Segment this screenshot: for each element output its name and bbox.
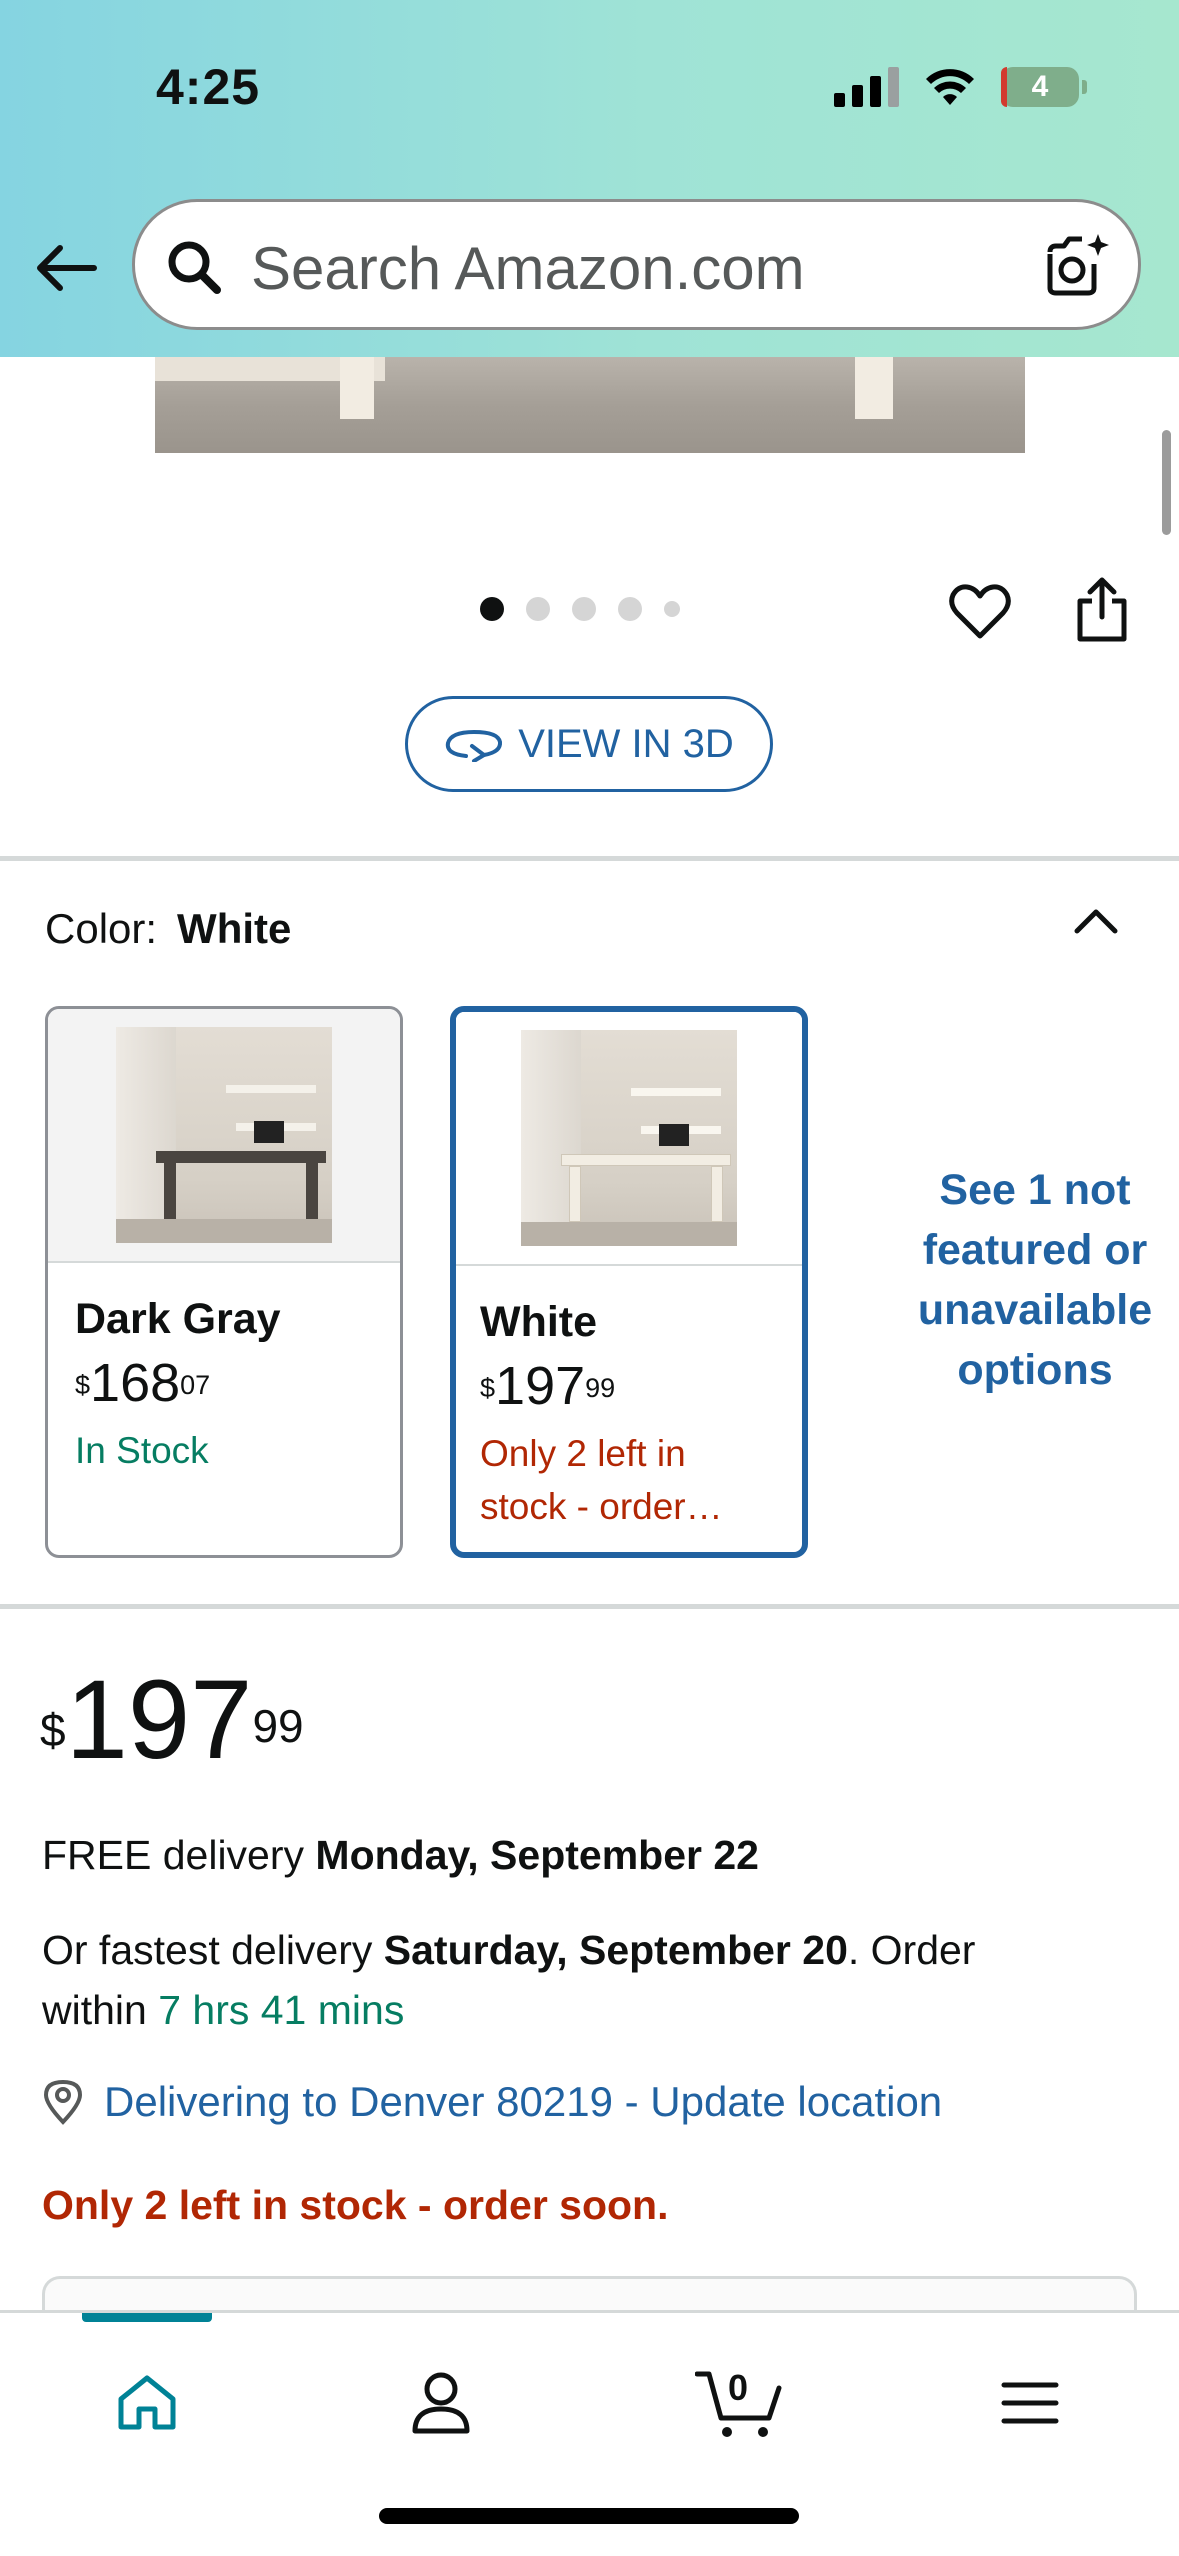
- option-price: $16807: [75, 1353, 211, 1413]
- section-divider: [0, 1604, 1179, 1609]
- section-divider: [0, 856, 1179, 861]
- product-price: $19799: [40, 1657, 304, 1782]
- scrollbar[interactable]: [1162, 430, 1171, 535]
- color-label: Color:: [45, 905, 158, 952]
- nav-home[interactable]: [97, 2353, 197, 2453]
- nav-account[interactable]: [391, 2353, 491, 2453]
- pagination-dot[interactable]: [572, 597, 596, 621]
- option-availability: Only 2 left in stock - order…: [480, 1433, 723, 1527]
- share-button[interactable]: [1068, 574, 1136, 646]
- person-icon: [412, 2372, 470, 2434]
- delivery-location-text: Delivering to Denver 80219 - Update loca…: [104, 2078, 943, 2125]
- color-option-dark-gray[interactable]: Dark Gray $16807 In Stock: [45, 1006, 403, 1558]
- color-option-white[interactable]: White $19799 Only 2 left in stock - orde…: [450, 1006, 808, 1558]
- cart-count: 0: [728, 2367, 749, 2408]
- location-pin-icon: [43, 2079, 83, 2125]
- search-icon: [168, 241, 221, 294]
- see-unavailable-options-link[interactable]: See 1 not featured or unavailable option…: [880, 1160, 1179, 1400]
- home-indicator[interactable]: [379, 2508, 799, 2524]
- white-desk-thumbnail: [521, 1030, 737, 1246]
- top-header: 4:25 4 Search Amazon.com: [0, 0, 1179, 357]
- home-icon: [118, 2375, 176, 2430]
- pagination-dot[interactable]: [618, 597, 642, 621]
- back-arrow-icon: [37, 245, 97, 291]
- wishlist-button[interactable]: [946, 578, 1014, 646]
- heart-icon: [949, 584, 1011, 639]
- delivery-location-link[interactable]: Delivering to Denver 80219 - Update loca…: [40, 2078, 942, 2126]
- option-name: Dark Gray: [75, 1295, 281, 1343]
- free-delivery-text: FREE delivery Monday, September 22: [42, 1832, 759, 1878]
- nav-menu[interactable]: [980, 2353, 1080, 2453]
- option-availability: In Stock: [75, 1430, 209, 1471]
- pagination-dot[interactable]: [480, 597, 504, 621]
- search-placeholder: Search Amazon.com: [251, 235, 805, 302]
- option-price: $19799: [480, 1356, 616, 1416]
- product-image[interactable]: [155, 357, 1025, 453]
- image-pagination-dots[interactable]: [480, 597, 680, 621]
- status-time: 4:25: [156, 59, 261, 115]
- share-icon: [1077, 577, 1127, 642]
- pagination-dot[interactable]: [526, 597, 550, 621]
- back-button[interactable]: [30, 232, 102, 304]
- view-in-3d-label: VIEW IN 3D: [518, 721, 734, 766]
- stock-warning: Only 2 left in stock - order soon.: [42, 2182, 669, 2228]
- rotate-3d-icon: [446, 729, 503, 762]
- color-selected-value: White: [177, 905, 292, 952]
- chevron-up-icon: [1074, 909, 1118, 934]
- option-name: White: [480, 1298, 598, 1346]
- active-tab-indicator: [82, 2313, 212, 2322]
- view-in-3d-button[interactable]: VIEW IN 3D: [405, 696, 773, 792]
- search-input[interactable]: Search Amazon.com: [132, 199, 1141, 330]
- fastest-delivery-text: Or fastest delivery Saturday, September …: [42, 1927, 976, 2033]
- battery-icon: 4: [1001, 67, 1087, 107]
- pagination-dot[interactable]: [664, 601, 680, 617]
- status-icons: 4: [834, 62, 1087, 112]
- nav-cart[interactable]: 0: [690, 2353, 790, 2453]
- color-selector-label: Color: White: [45, 905, 291, 953]
- camera-lens-icon[interactable]: [1042, 230, 1112, 300]
- cellular-signal-icon: [834, 67, 899, 107]
- delivery-countdown: 7 hrs 41 mins: [158, 1987, 405, 2033]
- hamburger-menu-icon: [1001, 2382, 1059, 2424]
- wifi-icon: [926, 69, 974, 105]
- collapse-button[interactable]: [1066, 896, 1126, 946]
- dark-gray-desk-thumbnail: [116, 1027, 332, 1243]
